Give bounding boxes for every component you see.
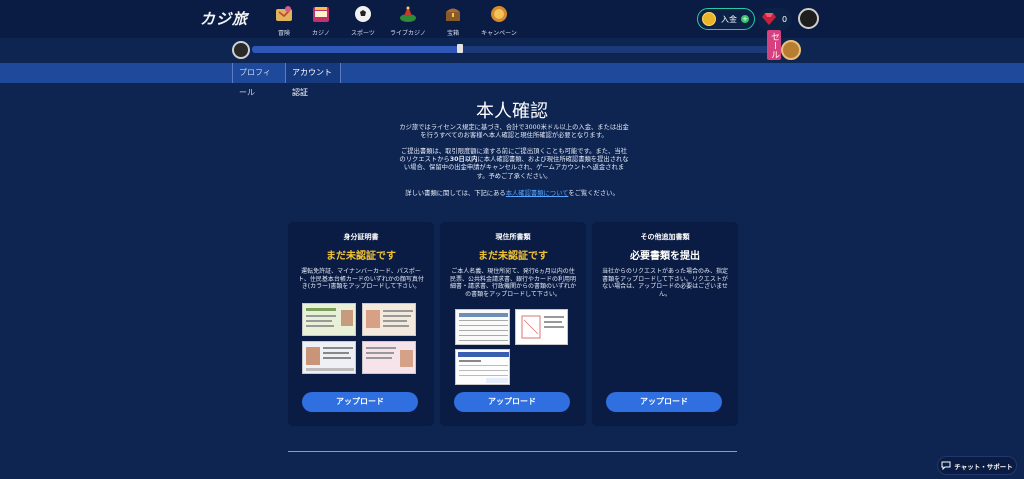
- nav-label: ライブカジノ: [390, 30, 426, 37]
- nav-label: カジノ: [312, 30, 330, 37]
- sale-badge[interactable]: セール: [767, 30, 781, 60]
- level-progress-bar: [252, 46, 784, 53]
- deadline-emphasis: 30日以内: [449, 156, 478, 164]
- level-progress-fill: [252, 46, 460, 53]
- chat-support-button[interactable]: チャット・サポート: [937, 456, 1017, 475]
- drivers-license-sample-image: [302, 303, 356, 336]
- top-header: カジ旅 冒険 カジノ スポーツ ライブカジノ 宝箱 キャンペーン 入金 + 0: [0, 0, 1024, 38]
- resident-record-sample-image: [455, 309, 510, 345]
- docs-info-paragraph: 詳しい書類に関しては、下記にある本人確認書類についてをご覧ください。: [350, 190, 674, 198]
- roulette-icon: [400, 6, 416, 22]
- tab-account-verification[interactable]: アカウント認証: [285, 63, 341, 97]
- card-heading: 身分証明書: [343, 233, 379, 241]
- id-document-card: 身分証明書 まだ未認証です 運転免許証、マイナンバーカード、パスポート、住民基本…: [288, 222, 434, 426]
- deposit-label: 入金: [721, 14, 737, 24]
- account-tabbar: プロフィール アカウント認証: [0, 63, 1024, 97]
- chat-bubble-icon: [941, 461, 951, 470]
- coin-icon: [702, 12, 716, 26]
- map-icon: [276, 6, 292, 21]
- page-title: 本人確認: [476, 101, 548, 122]
- card-status: まだ未認証です: [326, 251, 396, 262]
- card-description: 当社からのリクエストがあった場合のみ、指定書類をアップロードして下さい。リクエス…: [602, 268, 729, 298]
- user-avatar[interactable]: [798, 8, 819, 29]
- additional-document-card: その他追加書類 必要書類を提出 当社からのリクエストがあった場合のみ、指定書類を…: [592, 222, 738, 426]
- ruby-gem-icon: [762, 13, 776, 25]
- soccer-ball-icon: [355, 6, 371, 22]
- upload-id-button[interactable]: アップロード: [302, 392, 418, 412]
- chat-support-label: チャット・サポート: [954, 462, 1013, 471]
- my-number-card-sample-image: [362, 303, 416, 336]
- nav-treasure[interactable]: 宝箱: [432, 2, 474, 38]
- nav-campaign[interactable]: キャンペーン: [474, 2, 524, 38]
- docs-info-text-b: をご覧ください。: [568, 190, 619, 197]
- nav-adventure[interactable]: 冒険: [268, 2, 300, 38]
- progress-marker-icon: [457, 44, 463, 53]
- address-document-card: 現住所書類 まだ未認証です ご本人名義、現住所宛て、発行6ヵ月以内の住民票、公共…: [440, 222, 586, 426]
- gem-count: 0: [782, 14, 788, 24]
- main-nav: 冒険 カジノ スポーツ ライブカジノ 宝箱 キャンペーン: [268, 2, 524, 38]
- card-description: ご本人名義、現住所宛て、発行6ヵ月以内の住民票、公共料金請求書、銀行やカードの利…: [450, 268, 577, 298]
- upload-address-button[interactable]: アップロード: [454, 392, 570, 412]
- nav-live-casino[interactable]: ライブカジノ: [384, 2, 432, 38]
- nav-label: 宝箱: [446, 30, 459, 37]
- card-heading: その他追加書類: [640, 233, 690, 241]
- card-status: 必要書類を提出: [630, 251, 700, 262]
- intro-paragraph: カジ旅ではライセンス規定に基づき、合計で3000米ドル以上の入金、または出金を行…: [399, 124, 629, 140]
- nav-casino[interactable]: カジノ: [300, 2, 342, 38]
- deadline-paragraph: ご提出書類は、取引限度額に達する前にご提出頂くことも可能です。また、当社のリクエ…: [398, 148, 630, 181]
- campaign-medal-icon: [491, 6, 507, 22]
- bank-statement-sample-image: [455, 349, 510, 385]
- nav-label: スポーツ: [351, 30, 375, 37]
- section-divider: [288, 451, 737, 452]
- card-heading: 現住所書類: [495, 233, 531, 241]
- plus-icon: +: [741, 15, 749, 23]
- nav-label: キャンペーン: [481, 30, 517, 37]
- nav-label: 冒険: [277, 30, 290, 37]
- treasure-chest-icon: [446, 8, 460, 21]
- card-description: 運転免許証、マイナンバーカード、パスポート、住民基本台帳カードのいずれかの顔写真…: [298, 268, 424, 291]
- next-level-avatar: [781, 40, 801, 60]
- card-status: まだ未認証です: [478, 251, 548, 262]
- utility-bill-sample-image: [515, 309, 568, 345]
- tab-profile[interactable]: プロフィール: [232, 63, 284, 97]
- upload-additional-button[interactable]: アップロード: [606, 392, 722, 412]
- docs-info-link[interactable]: 本人確認書類について: [506, 190, 569, 197]
- site-logo[interactable]: カジ旅: [200, 8, 248, 30]
- current-level-avatar: [232, 41, 250, 59]
- docs-info-text-a: 詳しい書類に関しては、下記にある: [405, 190, 506, 197]
- nav-sports[interactable]: スポーツ: [342, 2, 384, 38]
- residence-card-sample-image: [362, 341, 416, 374]
- slot-machine-icon: [313, 7, 329, 22]
- passport-sample-image: [302, 341, 356, 374]
- deposit-button[interactable]: 入金 +: [697, 8, 755, 30]
- gem-balance[interactable]: 0: [758, 8, 792, 30]
